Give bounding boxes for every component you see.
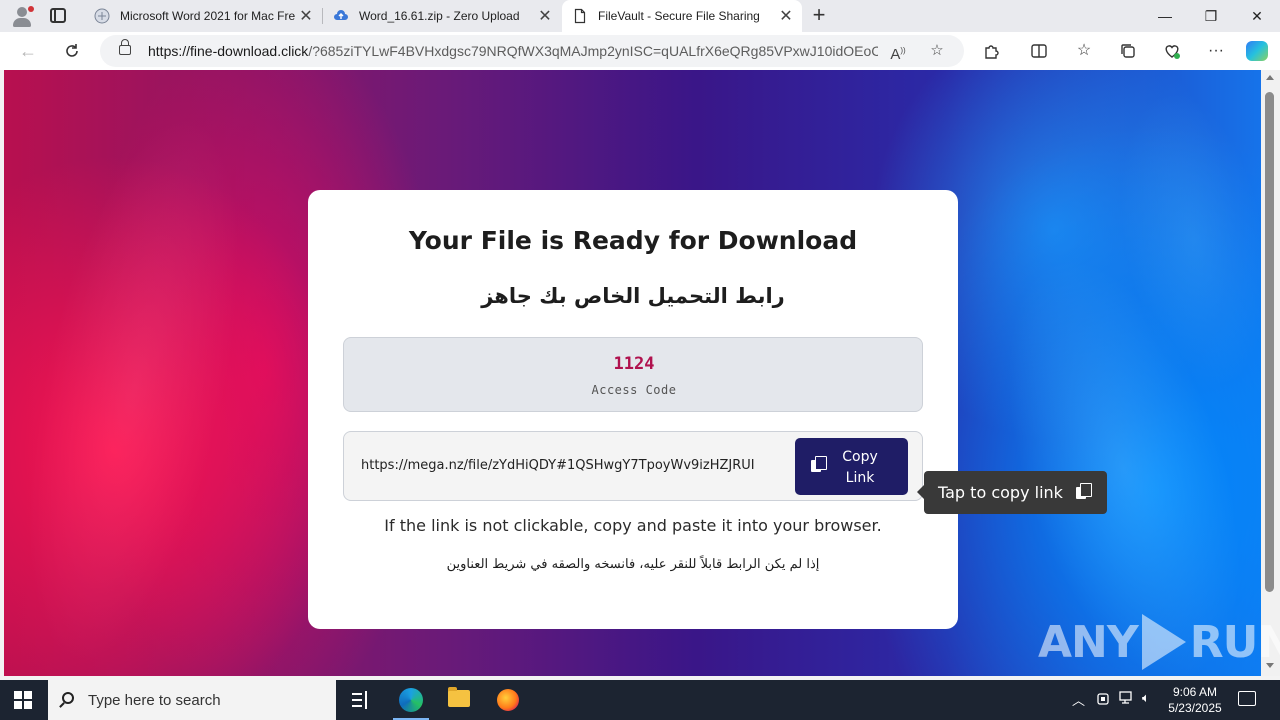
tab-word-mac[interactable]: Microsoft Word 2021 for Mac Fre ✕	[84, 0, 322, 32]
cloud-upload-icon	[333, 8, 349, 24]
address-bar[interactable]: https://fine-download.click/?685ziTYLwF4…	[100, 35, 964, 67]
copy-link-label: Copy Link	[842, 449, 878, 486]
read-aloud-icon[interactable]: A))	[888, 41, 908, 63]
copy-icon	[1076, 483, 1092, 499]
page-scrollbar[interactable]	[1261, 70, 1280, 676]
copy-tooltip: Tap to copy link	[917, 471, 1107, 514]
security-icon[interactable]	[1096, 690, 1110, 709]
show-hidden-icons-chevron-icon[interactable]: ︿	[1072, 690, 1085, 709]
page-title: Your File is Ready for Download	[408, 226, 858, 255]
tab-strip: Microsoft Word 2021 for Mac Fre ✕ Word_1…	[0, 0, 1280, 32]
network-icon[interactable]	[1119, 690, 1135, 709]
browser-toolbar: ← https://fine-download.click/?685ziTYLw…	[0, 32, 1280, 70]
play-icon	[1141, 614, 1186, 670]
extensions-icon[interactable]	[980, 40, 1002, 62]
copilot-icon[interactable]	[1246, 41, 1268, 61]
more-icon[interactable]: ···	[1205, 40, 1227, 62]
clock-time: 9:06 AM	[1172, 685, 1218, 699]
favorite-star-icon[interactable]: ☆	[927, 41, 947, 61]
taskbar-file-explorer[interactable]	[435, 680, 483, 720]
lock-icon[interactable]	[119, 39, 131, 55]
instruction-text-arabic: إذا لم يكن الرابط قابلاً للنقر عليه، فان…	[446, 557, 820, 572]
tab-zero-upload[interactable]: Word_16.61.zip - Zero Upload ✕	[323, 0, 561, 32]
tab-title: Microsoft Word 2021 for Mac Fre	[120, 9, 296, 23]
windows-taskbar: Type here to search ︿ 🔈︎ 9:06 AM 5/23/20…	[0, 680, 1280, 720]
tab-close-icon[interactable]: ✕	[776, 6, 796, 26]
favorites-icon[interactable]: ☆	[1073, 40, 1095, 62]
tab-actions-icon[interactable]	[50, 8, 66, 23]
download-link-box: https://mega.nz/file/zYdHiQDY#1QSHwgY7Tp…	[343, 431, 923, 501]
collections-icon[interactable]	[1117, 40, 1139, 62]
taskbar-edge[interactable]	[387, 680, 435, 720]
clock-date: 5/23/2025	[1168, 701, 1222, 715]
refresh-icon[interactable]	[60, 39, 84, 63]
access-code-box: 1124 Access Code	[343, 337, 923, 412]
tab-close-icon[interactable]: ✕	[535, 6, 555, 26]
tab-close-icon[interactable]: ✕	[296, 6, 316, 26]
close-window-button[interactable]: ✕	[1234, 0, 1280, 32]
edge-icon	[399, 688, 423, 712]
taskbar-clock[interactable]: 9:06 AM 5/23/2025	[1160, 684, 1230, 716]
minimize-button[interactable]: —	[1142, 0, 1188, 32]
copy-icon	[811, 456, 827, 472]
restore-button[interactable]: ❐	[1188, 0, 1234, 32]
windows-start-icon[interactable]	[14, 691, 32, 709]
tab-title: Word_16.61.zip - Zero Upload	[359, 9, 520, 23]
tooltip-text: Tap to copy link	[938, 483, 1063, 502]
access-code-value: 1124	[613, 354, 655, 374]
search-icon	[62, 692, 74, 704]
back-arrow-icon[interactable]: ←	[16, 39, 40, 63]
url-text[interactable]: https://fine-download.click/?685ziTYLwF4…	[148, 43, 878, 59]
folder-icon	[448, 687, 470, 707]
instruction-text: If the link is not clickable, copy and p…	[384, 516, 882, 535]
page-favicon-icon	[94, 8, 110, 24]
task-view-icon[interactable]	[352, 691, 368, 709]
background-swirl	[4, 97, 281, 676]
document-icon	[572, 8, 588, 24]
copy-link-button[interactable]: Copy Link	[795, 438, 908, 495]
tab-title: FileVault - Secure File Sharing	[598, 9, 760, 23]
download-link[interactable]: https://mega.nz/file/zYdHiQDY#1QSHwgY7Tp…	[361, 458, 793, 473]
taskbar-firefox[interactable]	[484, 680, 532, 720]
browser-essentials-icon[interactable]	[1161, 40, 1183, 62]
profile-avatar-icon[interactable]	[8, 4, 36, 28]
scrollbar-thumb[interactable]	[1265, 92, 1274, 592]
volume-icon[interactable]: 🔈︎	[1142, 690, 1150, 706]
access-code-label: Access Code	[591, 383, 677, 397]
page-title-arabic: رابط التحميل الخاص بك جاهز	[481, 284, 785, 308]
download-card: Your File is Ready for Download رابط الت…	[308, 190, 958, 629]
notifications-icon[interactable]	[1238, 691, 1256, 706]
firefox-icon	[497, 689, 519, 711]
scroll-up-arrow-icon[interactable]	[1266, 75, 1274, 80]
taskbar-search[interactable]: Type here to search	[48, 680, 336, 720]
tab-filevault[interactable]: FileVault - Secure File Sharing ✕	[562, 0, 802, 32]
split-screen-icon[interactable]	[1028, 40, 1050, 62]
anyrun-watermark: ANY RUN	[1038, 610, 1280, 674]
new-tab-button[interactable]: +	[808, 4, 830, 28]
search-placeholder: Type here to search	[88, 692, 221, 709]
